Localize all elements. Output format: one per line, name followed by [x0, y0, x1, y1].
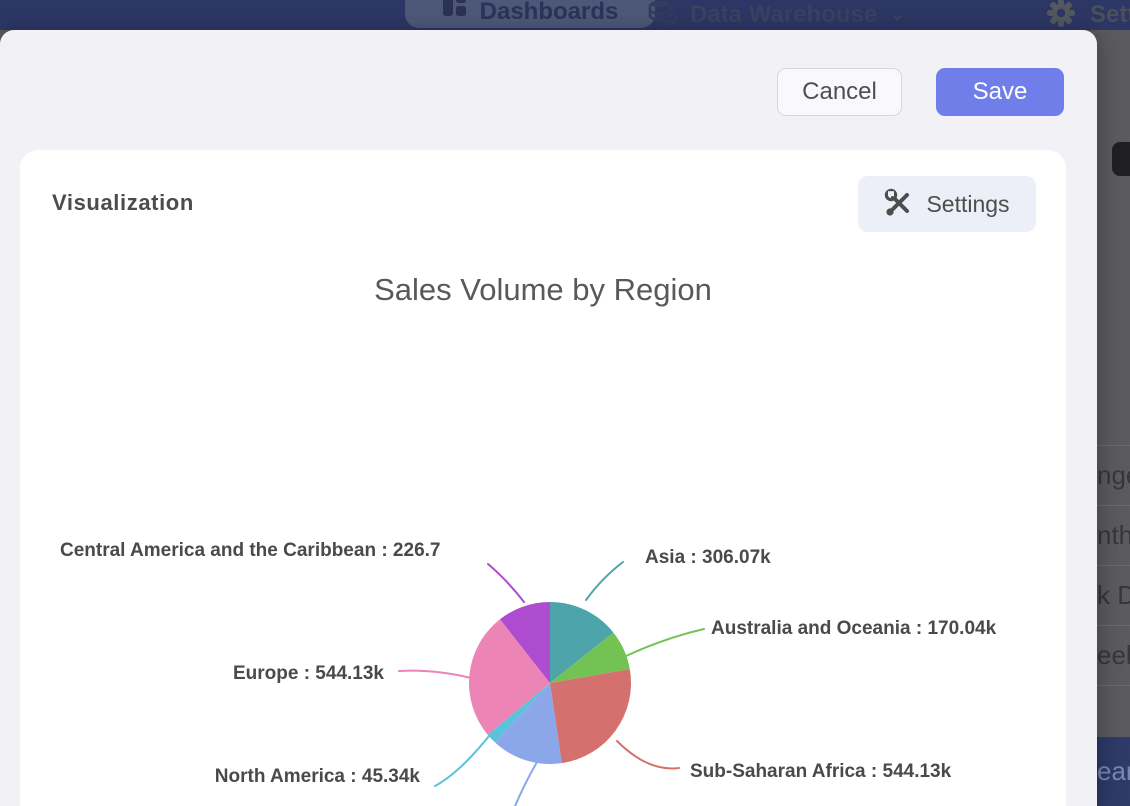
pie-label: Asia : 306.07k [645, 547, 771, 569]
pie-leader-line [435, 731, 493, 786]
chevron-down-icon: ⌄ [889, 1, 906, 26]
pie-label: Australia and Oceania : 170.04k [711, 618, 996, 640]
screen: { "nav": { "dashboards_label": "Dashboar… [0, 0, 1130, 806]
pie-leader-line [617, 741, 679, 768]
divider [1097, 565, 1130, 566]
pie-label: North America : 45.34k [168, 766, 420, 788]
pie-leader-line [488, 564, 524, 602]
background-text-fragment: nge [1097, 460, 1130, 491]
pie-leader-line [399, 671, 471, 678]
divider [1097, 445, 1130, 446]
background-dark-button-partial [1112, 142, 1130, 176]
background-text-fragment: eek [1097, 640, 1130, 671]
background-text-fragment: ear [1097, 756, 1130, 787]
background-text-fragment: nth [1097, 520, 1130, 551]
gear-icon [1046, 0, 1076, 33]
nav-item-data-warehouse[interactable]: Data Warehouse ⌄ [648, 0, 906, 30]
save-button[interactable]: Save [936, 68, 1064, 116]
dimmed-background-strip: nge nth k D eek ear [1097, 30, 1130, 806]
visualization-card: Visualization Settings Sales Volume by R… [20, 150, 1066, 806]
pie-chart [20, 150, 1066, 806]
nav-tab-dashboards-label: Dashboards [480, 0, 619, 26]
nav-item-settings[interactable]: Settings [1046, 0, 1130, 30]
pie-label: Central America and the Caribbean : 226.… [60, 540, 440, 562]
pie-label: Europe : 544.13k [214, 663, 384, 685]
cancel-button[interactable]: Cancel [777, 68, 902, 116]
divider [1097, 685, 1130, 686]
nav-item-settings-label: Settings [1090, 1, 1130, 29]
dashboards-icon [442, 0, 468, 23]
pie-slice-sub-saharan-africa[interactable] [550, 669, 631, 763]
pie-leader-line [626, 629, 704, 656]
pie-leader-line [511, 762, 537, 806]
pie-label: Sub-Saharan Africa : 544.13k [690, 761, 951, 783]
nav-item-data-warehouse-label: Data Warehouse [690, 1, 877, 29]
background-text-fragment: k D [1097, 580, 1130, 611]
nav-tab-dashboards[interactable]: Dashboards [405, 0, 655, 28]
divider [1097, 505, 1130, 506]
pie-leader-line [586, 562, 623, 600]
top-nav-bar: Dashboards Data Warehouse ⌄ [0, 0, 1130, 30]
visualization-editor-modal: Cancel Save Visualization Settings Sales… [0, 30, 1097, 806]
divider [1097, 625, 1130, 626]
database-user-icon [648, 0, 678, 32]
